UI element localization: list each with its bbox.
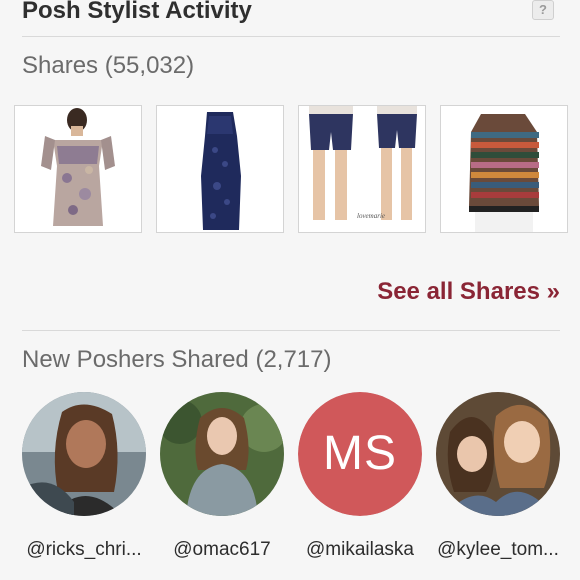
avatar-user-3[interactable]: MS [298,392,422,516]
share-thumbnail-striped-top[interactable] [440,105,568,233]
user-handle[interactable]: @omac617 [152,539,292,561]
avatar-user-1[interactable] [22,392,146,516]
user-handle[interactable]: @ricks_chri... [14,539,154,561]
avatar-user-2[interactable] [160,392,284,516]
section-divider [22,330,560,331]
share-thumbnail-floral-dress[interactable] [14,105,142,233]
avatar-user-4[interactable] [436,392,560,516]
share-thumbnail-shorts[interactable]: lovemarie [298,105,426,233]
see-all-shares-link[interactable]: See all Shares » [377,278,560,306]
help-icon[interactable]: ? [532,0,554,20]
share-thumbnail-lace-dress[interactable] [156,105,284,233]
watermark-text: lovemarie [357,212,385,220]
section-header: Posh Stylist Activity ? [22,0,560,37]
page-title: Posh Stylist Activity [22,0,252,24]
user-handle[interactable]: @kylee_tom... [428,539,568,561]
user-handle[interactable]: @mikailaska [290,539,430,561]
shares-thumbnails: lovemarie [14,105,570,233]
shares-title: Shares (55,032) [22,52,195,79]
avatar-initials: MS [298,392,422,516]
new-poshers-title: New Poshers Shared (2,717) [22,346,332,373]
